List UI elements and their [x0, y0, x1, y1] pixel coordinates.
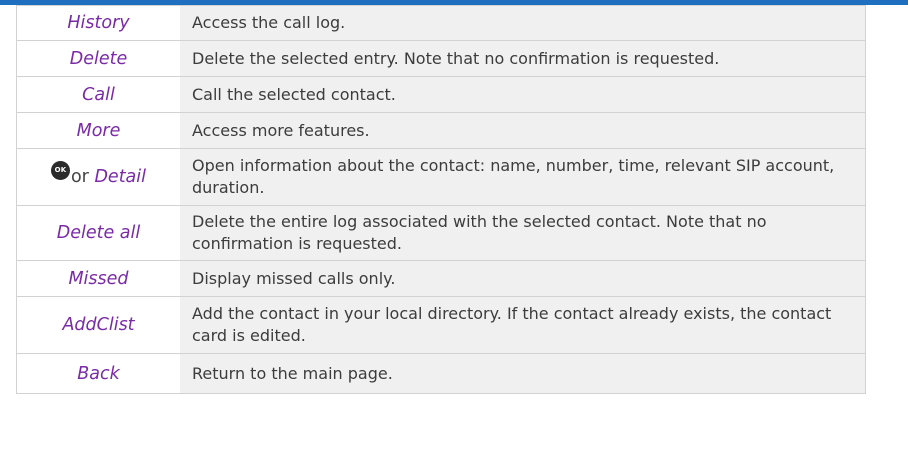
table-row: Call Call the selected contact.	[17, 77, 865, 113]
softkey-description: Open information about the contact: name…	[180, 149, 865, 205]
softkey-description: Access the call log.	[180, 6, 865, 40]
table-row: More Access more features.	[17, 113, 865, 149]
table-row: AddClist Add the contact in your local d…	[17, 297, 865, 354]
table-row: History Access the call log.	[17, 6, 865, 41]
table-row: Back Return to the main page.	[17, 354, 865, 394]
softkey-description: Delete the entire log associated with th…	[180, 206, 865, 260]
softkey-description: Display missed calls only.	[180, 261, 865, 296]
softkey-label: Delete	[69, 48, 128, 69]
table-row: OK or Detail Open information about the …	[17, 149, 865, 206]
softkey-description: Return to the main page.	[180, 354, 865, 393]
softkey-label: OK or Detail	[17, 149, 180, 205]
softkey-label: More	[76, 120, 121, 141]
softkey-label: Delete all	[56, 223, 141, 243]
softkey-label: Missed	[68, 268, 129, 289]
softkey-label: History	[67, 13, 130, 33]
table-row: Missed Display missed calls only.	[17, 261, 865, 297]
softkey-label: AddClist	[62, 315, 135, 335]
detail-key-label: Detail	[94, 167, 147, 187]
softkey-table: History Access the call log. Delete Dele…	[16, 5, 866, 394]
softkey-description: Add the contact in your local directory.…	[180, 297, 865, 353]
softkey-label: Back	[77, 363, 120, 384]
softkey-label: Call	[82, 84, 115, 105]
softkey-description: Call the selected contact.	[180, 77, 865, 112]
or-text: or	[70, 167, 89, 187]
table-row: Delete Delete the selected entry. Note t…	[17, 41, 865, 77]
softkey-description: Delete the selected entry. Note that no …	[180, 41, 865, 76]
softkey-description: Access more features.	[180, 113, 865, 148]
ok-button-icon: OK	[50, 160, 70, 180]
table-row: Delete all Delete the entire log associa…	[17, 206, 865, 261]
